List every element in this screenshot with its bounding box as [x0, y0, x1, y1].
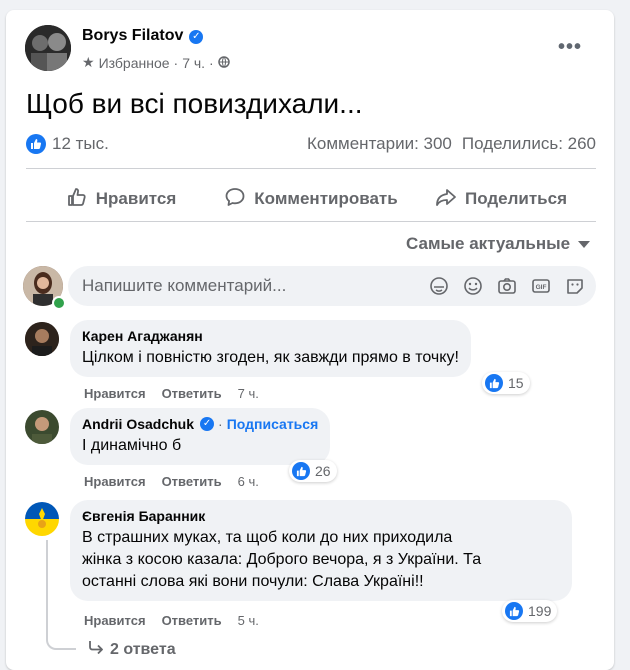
- comment-actions: Нравится Ответить 7 ч.: [84, 386, 259, 401]
- comment-time[interactable]: 5 ч.: [238, 613, 259, 628]
- comment-like-link[interactable]: Нравится: [84, 386, 146, 401]
- commenter-avatar[interactable]: [25, 322, 59, 356]
- globe-icon: [217, 55, 230, 71]
- post-card: Borys Filatov ✓ ★ Избранное · 7 ч. · ••• …: [6, 10, 614, 670]
- gif-icon[interactable]: GIF: [530, 275, 552, 297]
- comment-bubble: Карен Агаджанян Цілком і повністю згоден…: [70, 320, 471, 377]
- sort-dropdown[interactable]: Самые актуальные: [406, 234, 591, 254]
- divider: [26, 221, 596, 222]
- reply-arrow-icon: [88, 640, 104, 659]
- comment-actions: Нравится Ответить 5 ч.: [84, 613, 259, 628]
- more-options-icon[interactable]: •••: [558, 36, 582, 59]
- divider: [26, 168, 596, 169]
- comment-author-row: Andrii Osadchuk ✓ · Подписаться: [82, 416, 319, 432]
- comment-text-line: жінка з косою казала: Доброго вечора, я …: [82, 551, 482, 568]
- avatar-sticker-icon[interactable]: [428, 275, 450, 297]
- like-button[interactable]: Нравится: [26, 179, 216, 219]
- replies-count-label: 2 ответа: [110, 640, 176, 658]
- comment-like-link[interactable]: Нравится: [84, 474, 146, 489]
- comment-icon: [224, 186, 246, 213]
- shares-count[interactable]: Поделились: 260: [462, 134, 596, 154]
- reaction-count: 199: [528, 603, 552, 619]
- comment-actions: Нравится Ответить 6 ч.: [84, 474, 259, 489]
- author-avatar[interactable]: [25, 25, 71, 71]
- comment-text: І динамічно б: [82, 437, 182, 454]
- sort-label: Самые актуальные: [406, 234, 571, 253]
- share-arrow-icon: [435, 186, 457, 213]
- like-reaction-icon: [292, 462, 310, 480]
- like-reaction-icon: [26, 134, 46, 154]
- comment-time[interactable]: 7 ч.: [238, 386, 259, 401]
- view-replies-link[interactable]: 2 ответа: [88, 640, 176, 659]
- post-time[interactable]: 7 ч.: [182, 55, 205, 71]
- comment-like-link[interactable]: Нравится: [84, 613, 146, 628]
- commenter-avatar[interactable]: [25, 410, 59, 444]
- like-button-label: Нравится: [95, 189, 177, 208]
- star-icon: ★: [82, 54, 95, 70]
- caret-down-icon: [578, 234, 591, 254]
- comment-time[interactable]: 6 ч.: [238, 474, 259, 489]
- post-actions: Нравится Комментировать Поделиться: [26, 179, 596, 219]
- comment-author[interactable]: Євгенія Баранник: [82, 508, 560, 524]
- verified-badge-icon: ✓: [200, 417, 215, 431]
- post-meta: ★ Избранное · 7 ч. ·: [82, 54, 230, 71]
- comment-reactions[interactable]: 199: [502, 600, 558, 622]
- comment-bubble: Євгенія Баранник В страшних муках, та що…: [70, 500, 572, 601]
- share-button-label: Поделиться: [464, 189, 568, 208]
- comment-reply-link[interactable]: Ответить: [162, 474, 222, 489]
- comment-text-line: В страшних муках, та щоб коли до них при…: [82, 529, 453, 546]
- comments-count[interactable]: Комментарии: 300: [307, 134, 452, 154]
- comment-reply-link[interactable]: Ответить: [162, 386, 222, 401]
- subscribe-link[interactable]: Подписаться: [227, 416, 319, 432]
- comment-reply-link[interactable]: Ответить: [162, 613, 222, 628]
- post-author[interactable]: Borys Filatov ✓: [82, 27, 204, 45]
- thumbs-up-icon: [66, 186, 88, 213]
- likes-count[interactable]: 12 тыс.: [52, 134, 109, 154]
- commenter-avatar[interactable]: [25, 502, 59, 536]
- reaction-count: 26: [315, 463, 331, 479]
- sticker-icon[interactable]: [564, 275, 586, 297]
- comment-button[interactable]: Комментировать: [216, 179, 406, 219]
- comment-reactions[interactable]: 15: [482, 372, 530, 394]
- comment-text-line: останні слова які вони почули: Слава Укр…: [82, 573, 424, 590]
- reaction-count: 15: [508, 375, 524, 391]
- reactions-summary: 12 тыс. Комментарии: 300 Поделились: 260: [26, 134, 596, 154]
- comment-author[interactable]: Карен Агаджанян: [82, 328, 459, 344]
- share-button[interactable]: Поделиться: [406, 179, 596, 219]
- like-reaction-icon: [485, 374, 503, 392]
- verified-badge-icon: ✓: [189, 30, 204, 44]
- comment-input-placeholder: Напишите комментарий...: [82, 276, 287, 295]
- comment-bubble: Andrii Osadchuk ✓ · Подписаться І динамі…: [70, 408, 331, 465]
- thread-line: [46, 540, 76, 650]
- post-author-name[interactable]: Borys Filatov: [82, 27, 183, 44]
- like-reaction-icon: [505, 602, 523, 620]
- emoji-icon[interactable]: [462, 275, 484, 297]
- comment-button-label: Комментировать: [254, 189, 398, 208]
- comment-reactions[interactable]: 26: [289, 460, 337, 482]
- comment-text: Цілком і повністю згоден, як завжди прям…: [82, 349, 459, 366]
- comment-text: В страшних муках, та щоб коли до них при…: [82, 527, 560, 593]
- online-status-indicator: [52, 296, 66, 310]
- camera-icon[interactable]: [496, 275, 518, 297]
- favorites-label[interactable]: Избранное: [99, 55, 170, 71]
- svg-text:GIF: GIF: [536, 284, 547, 291]
- comment-input[interactable]: Напишите комментарий... GIF: [68, 266, 596, 306]
- comment-author[interactable]: Andrii Osadchuk: [82, 416, 194, 432]
- post-text: Щоб ви всі повиздихали...: [26, 88, 363, 119]
